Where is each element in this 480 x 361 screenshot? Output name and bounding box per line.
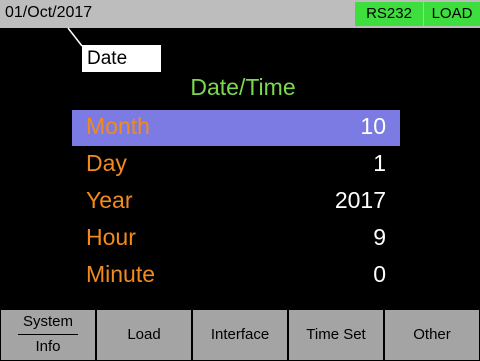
- softkey-interface-label: Interface: [210, 326, 270, 343]
- field-label-hour: Hour: [86, 224, 136, 250]
- softkey-other[interactable]: Other: [385, 310, 479, 360]
- field-label-year: Year: [86, 187, 133, 213]
- softkey-system-info-line1: System: [22, 313, 73, 330]
- field-row-month[interactable]: Month 10: [72, 110, 400, 146]
- field-row-day[interactable]: Day 1: [72, 147, 400, 183]
- field-value-minute: 0: [373, 261, 386, 287]
- device-screen: 01/Oct/2017 RS232 LOAD Date Date/Time Mo…: [0, 0, 480, 361]
- softkey-divider: [18, 334, 78, 335]
- date-callout-label: Date: [87, 48, 128, 69]
- field-label-minute: Minute: [86, 261, 156, 287]
- field-value-year: 2017: [334, 187, 386, 213]
- field-label-day: Day: [86, 150, 127, 176]
- softkey-bar: System Info Load Interface Time Set Othe…: [0, 309, 480, 361]
- page-title: Date/Time: [190, 74, 296, 100]
- field-label-month: Month: [86, 113, 150, 139]
- field-value-month: 10: [360, 113, 386, 139]
- field-row-year[interactable]: Year 2017: [72, 184, 400, 220]
- softkey-system-info-line2: Info: [35, 338, 61, 355]
- date-callout: Date: [82, 45, 161, 72]
- field-row-minute[interactable]: Minute 0: [72, 258, 400, 294]
- softkey-time-set[interactable]: Time Set: [289, 310, 383, 360]
- softkey-time-set-label: Time Set: [306, 326, 366, 343]
- field-row-hour[interactable]: Hour 9: [72, 221, 400, 257]
- field-value-hour: 9: [373, 224, 386, 250]
- softkey-other-label: Other: [413, 326, 451, 343]
- softkey-system-info[interactable]: System Info: [1, 310, 95, 360]
- softkey-load-label: Load: [127, 326, 161, 343]
- softkey-interface[interactable]: Interface: [193, 310, 287, 360]
- softkey-load[interactable]: Load: [97, 310, 191, 360]
- callout-pointer: [67, 27, 83, 47]
- field-value-day: 1: [373, 150, 386, 176]
